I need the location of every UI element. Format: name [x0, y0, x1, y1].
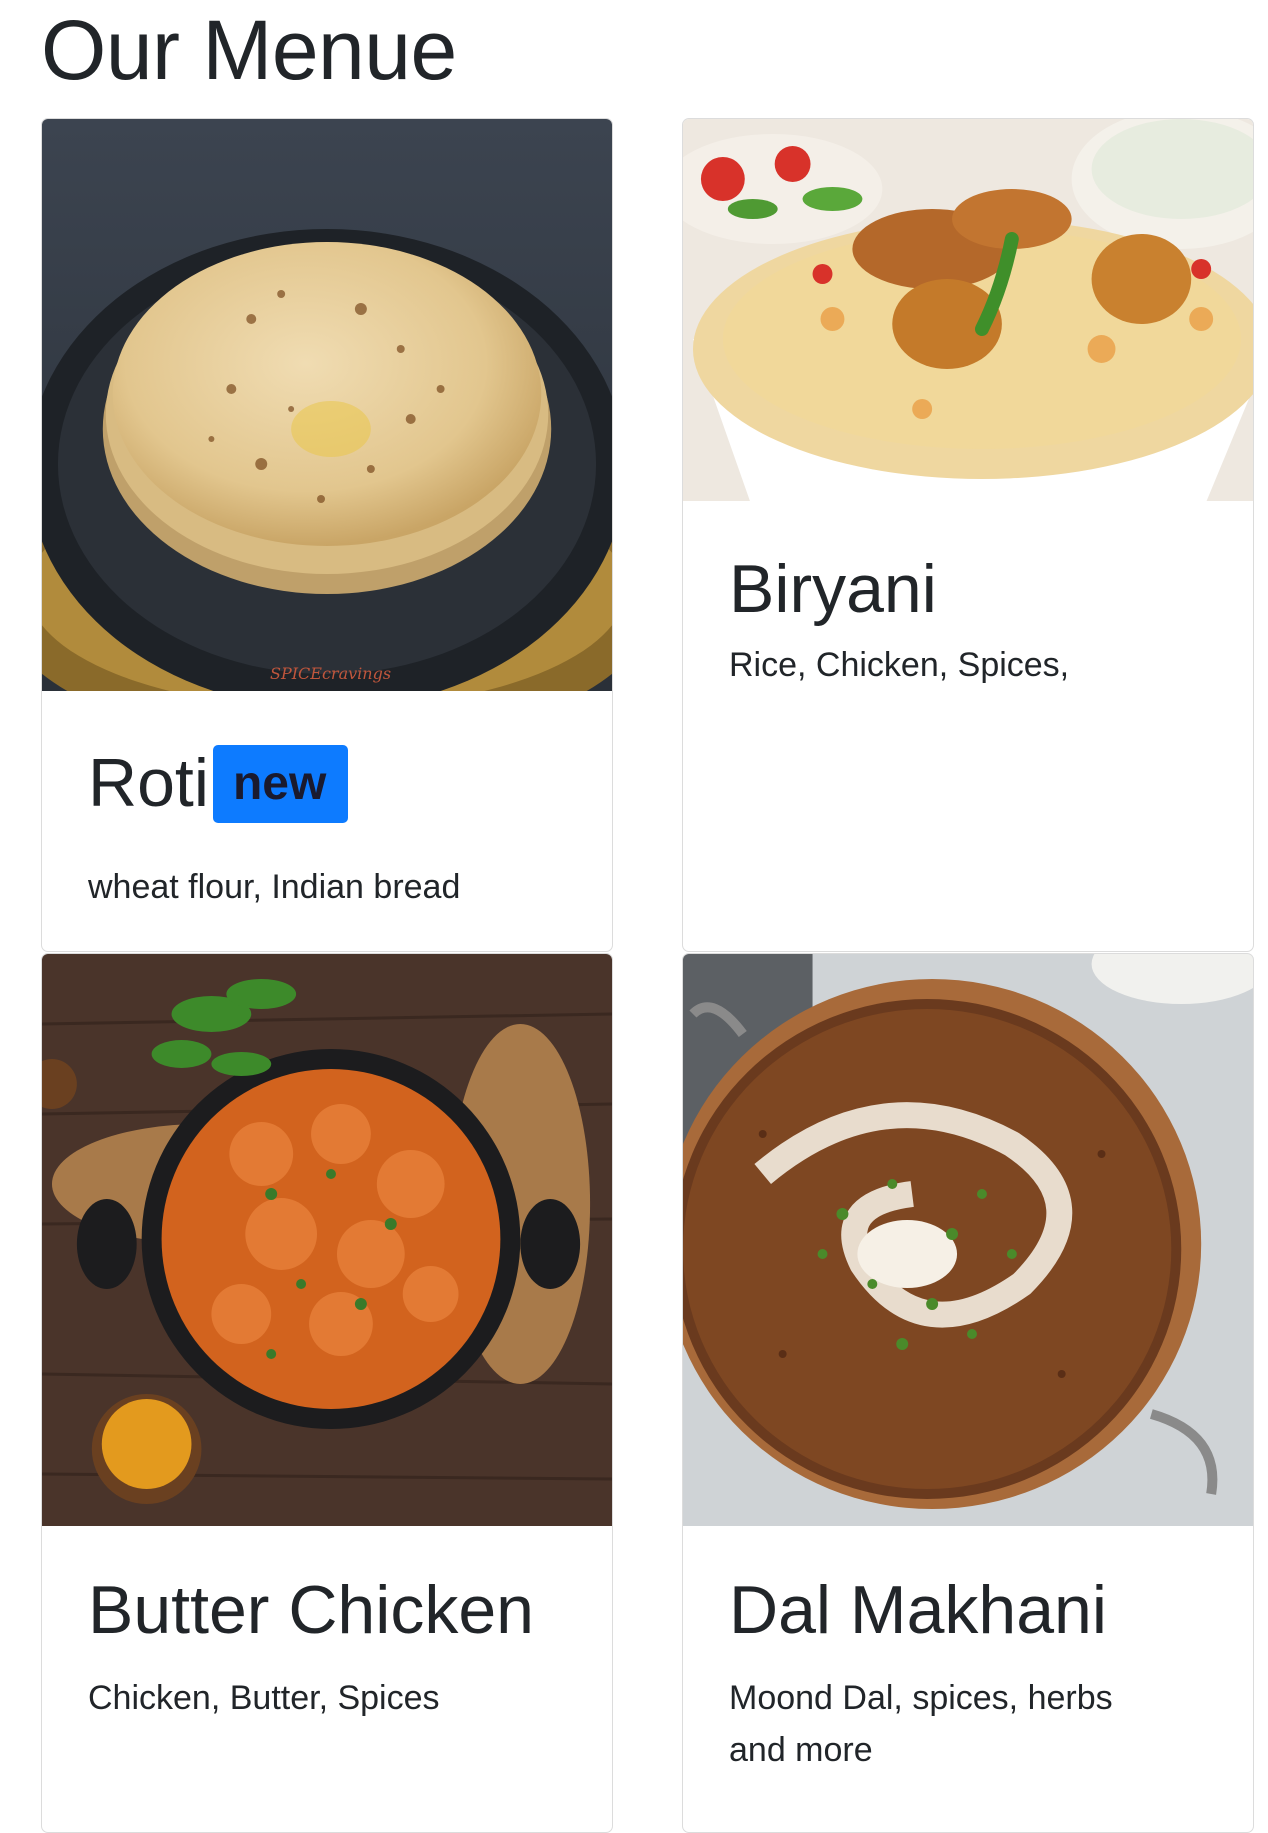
menu-card-roti[interactable]: SPICEcravings Roti new wheat flour, India…: [41, 118, 613, 952]
roti-image: SPICEcravings: [42, 119, 612, 691]
roti-title-row: Roti new: [88, 743, 582, 827]
roti-description: wheat flour, Indian bread: [88, 868, 461, 907]
biryani-title: Biryani: [729, 551, 937, 627]
butter-chicken-image: [42, 954, 612, 1526]
butter-chicken-card-body: Butter Chicken Chicken, Butter, Spices: [88, 1570, 582, 1724]
menu-card-biryani[interactable]: Biryani Rice, Chicken, Spices,: [682, 118, 1254, 952]
new-badge: new: [212, 745, 349, 824]
dal-makhani-description: Moond Dal, spices, herbs and more: [729, 1679, 1113, 1769]
dal-makhani-image: [683, 954, 1253, 1526]
biryani-card-body: Biryani Rice, Chicken, Spices,: [729, 549, 1223, 691]
butter-chicken-description: Chicken, Butter, Spices: [88, 1679, 440, 1717]
page-title: Our Menue: [41, 3, 457, 97]
biryani-image: [683, 119, 1253, 501]
biryani-description: Rice, Chicken, Spices,: [729, 646, 1070, 684]
dal-makhani-title: Dal Makhani: [729, 1572, 1107, 1648]
roti-card-body: Roti new wheat flour, Indian bread: [88, 743, 582, 913]
roti-title: Roti: [88, 745, 209, 821]
menu-card-dal-makhani[interactable]: Dal Makhani Moond Dal, spices, herbs and…: [682, 953, 1254, 1833]
dal-makhani-card-body: Dal Makhani Moond Dal, spices, herbs and…: [729, 1570, 1223, 1776]
menu-card-butter-chicken[interactable]: Butter Chicken Chicken, Butter, Spices: [41, 953, 613, 1833]
butter-chicken-title: Butter Chicken: [88, 1572, 534, 1648]
roti-watermark: SPICEcravings: [270, 664, 392, 683]
